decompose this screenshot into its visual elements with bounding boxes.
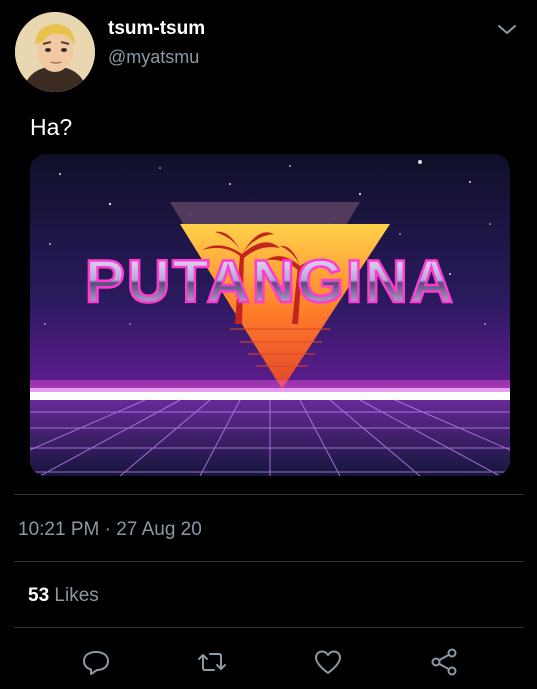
reply-icon[interactable] xyxy=(80,646,112,678)
divider xyxy=(14,494,524,495)
avatar[interactable] xyxy=(15,12,95,92)
divider xyxy=(14,627,524,628)
media-overlay-text: PUTANGINA xyxy=(85,248,455,315)
tweet-media-image[interactable]: PUTANGINA xyxy=(30,154,510,476)
retweet-icon[interactable] xyxy=(196,646,228,678)
share-icon[interactable] xyxy=(428,646,460,678)
tweet-header: tsum-tsum @myatsmu xyxy=(0,0,537,100)
likes-stat[interactable]: 53 Likes xyxy=(28,585,99,607)
author-display-name[interactable]: tsum-tsum xyxy=(108,18,205,40)
tweet-timestamp[interactable]: 10:21 PM · 27 Aug 20 xyxy=(18,519,202,541)
chevron-down-icon[interactable] xyxy=(495,20,519,40)
likes-label: Likes xyxy=(54,585,99,606)
author-handle[interactable]: @myatsmu xyxy=(108,47,199,68)
avatar-image xyxy=(15,12,95,92)
tweet-actions-bar xyxy=(0,640,537,684)
like-icon[interactable] xyxy=(312,646,344,678)
tweet-text: Ha? xyxy=(30,114,73,140)
media-artwork: PUTANGINA xyxy=(30,154,510,476)
divider xyxy=(14,561,524,562)
likes-count: 53 xyxy=(28,585,50,606)
